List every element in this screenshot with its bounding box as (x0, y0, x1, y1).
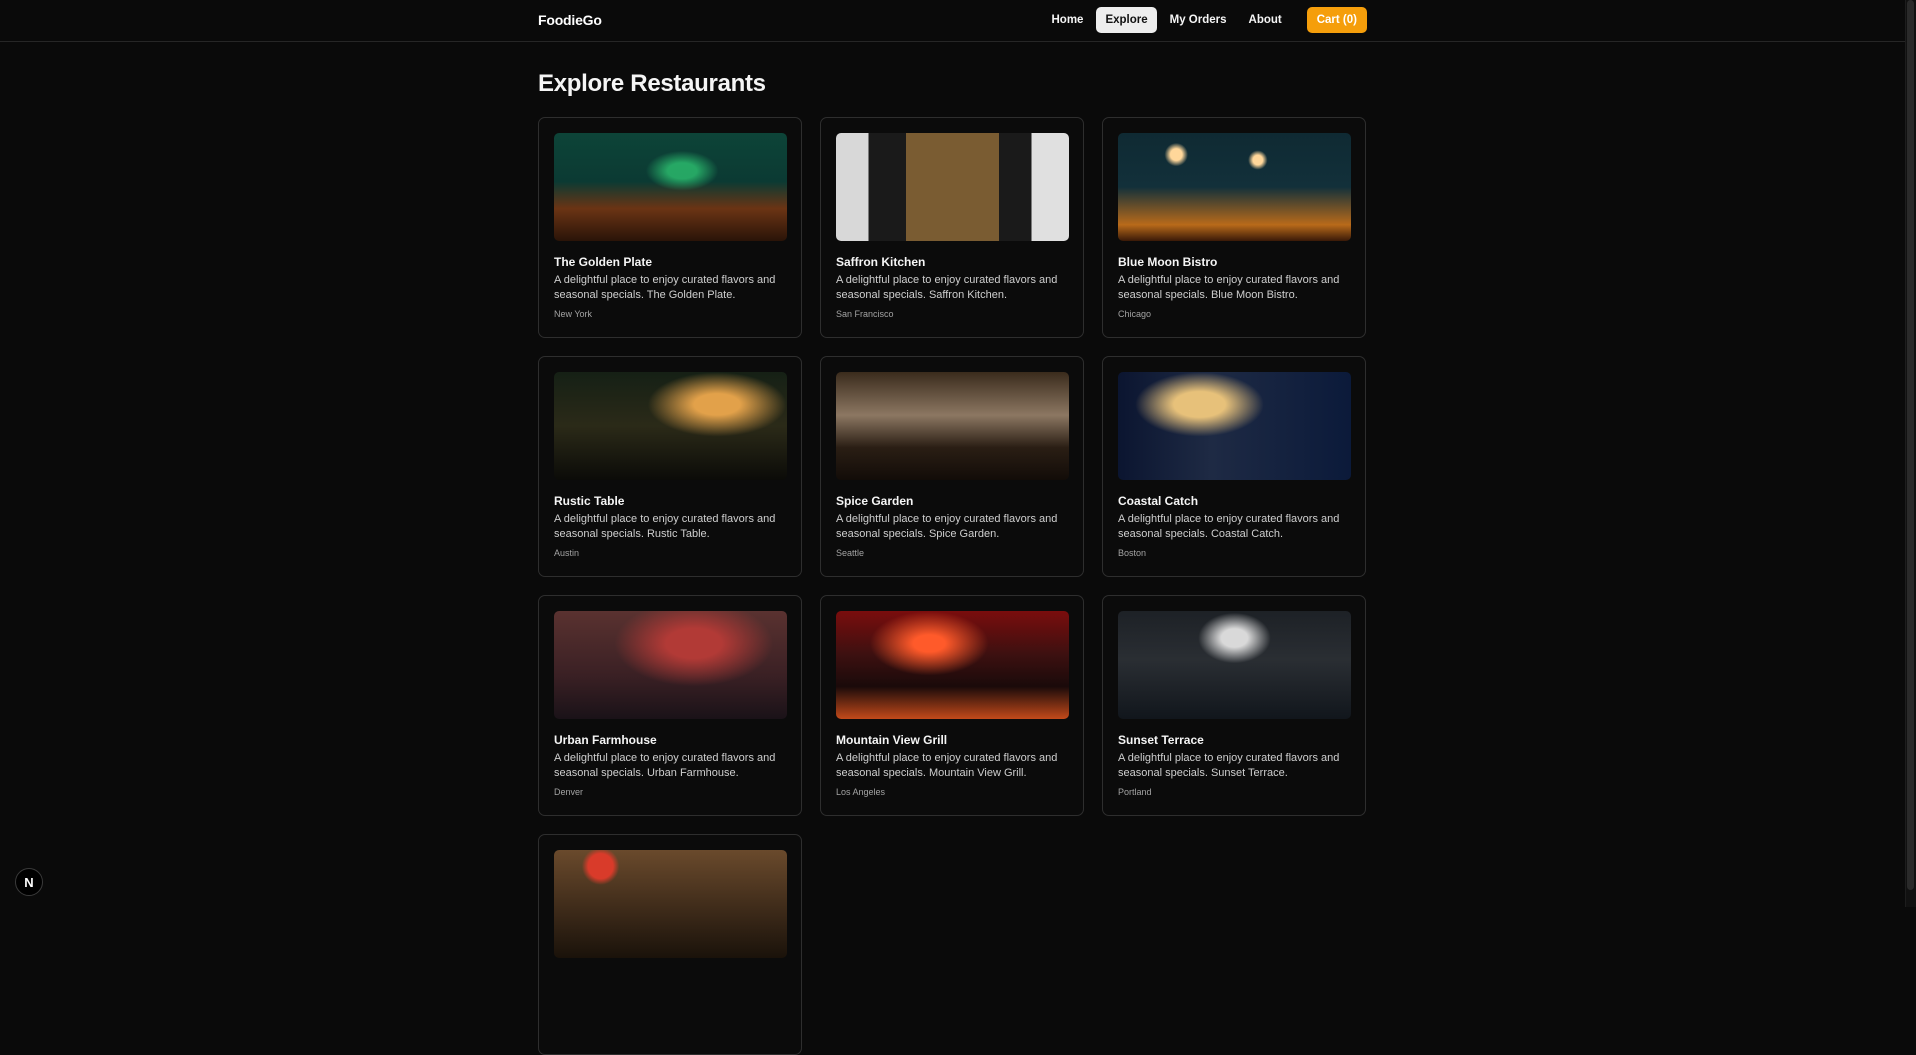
restaurant-card[interactable]: Mountain View Grill A delightful place t… (820, 595, 1084, 816)
cart-button[interactable]: Cart (0) (1306, 7, 1367, 33)
restaurant-card[interactable]: Sunset Terrace A delightful place to enj… (1102, 595, 1366, 816)
restaurant-image (554, 133, 787, 241)
restaurant-name: Blue Moon Bistro (1118, 255, 1218, 269)
nav-link-explore[interactable]: Explore (1096, 7, 1157, 33)
nav-link-home[interactable]: Home (1042, 7, 1092, 33)
restaurant-image (554, 850, 787, 958)
restaurant-image (1118, 611, 1351, 719)
restaurant-description: A delightful place to enjoy curated flav… (554, 513, 776, 540)
restaurant-city: Denver (554, 787, 584, 797)
restaurant-city: Los Angeles (836, 787, 886, 797)
page-scrollbar[interactable] (1905, 0, 1916, 907)
restaurant-description: A delightful place to enjoy curated flav… (1118, 752, 1340, 779)
restaurant-name: Sunset Terrace (1118, 733, 1204, 747)
restaurant-image (1118, 372, 1351, 480)
restaurant-description: A delightful place to enjoy curated flav… (836, 513, 1058, 540)
restaurant-city: Seattle (836, 548, 865, 558)
scrollbar-thumb[interactable] (1907, 0, 1914, 890)
restaurant-name: Saffron Kitchen (836, 255, 926, 269)
restaurant-image (836, 372, 1069, 480)
restaurant-description: A delightful place to enjoy curated flav… (1118, 513, 1340, 540)
restaurant-city: Austin (554, 548, 580, 558)
nav-link-my-orders[interactable]: My Orders (1161, 7, 1236, 33)
restaurant-card[interactable]: Saffron Kitchen A delightful place to en… (820, 117, 1084, 338)
restaurant-grid: The Golden Plate A delightful place to e… (538, 117, 1368, 1055)
restaurant-card[interactable]: Blue Moon Bistro A delightful place to e… (1102, 117, 1366, 338)
restaurant-card[interactable] (538, 834, 802, 1055)
restaurant-name: Coastal Catch (1118, 494, 1199, 508)
restaurant-image (836, 133, 1069, 241)
restaurant-card[interactable]: Rustic Table A delightful place to enjoy… (538, 356, 802, 577)
nextjs-icon[interactable]: N (15, 868, 43, 896)
restaurant-city: San Francisco (836, 309, 894, 319)
restaurant-image (554, 372, 787, 480)
nav-link-about[interactable]: About (1240, 7, 1291, 33)
restaurant-name: Spice Garden (836, 494, 914, 508)
restaurant-description: A delightful place to enjoy curated flav… (554, 752, 776, 779)
restaurant-card[interactable]: Urban Farmhouse A delightful place to en… (538, 595, 802, 816)
restaurant-city: Chicago (1118, 309, 1152, 319)
page-title: Explore Restaurants (538, 70, 766, 97)
restaurant-name: Rustic Table (554, 494, 625, 508)
restaurant-description: A delightful place to enjoy curated flav… (1118, 274, 1340, 301)
restaurant-card[interactable]: The Golden Plate A delightful place to e… (538, 117, 802, 338)
restaurant-description: A delightful place to enjoy curated flav… (836, 752, 1058, 779)
restaurant-name: The Golden Plate (554, 255, 653, 269)
nav-links: Home Explore My Orders About Cart (0) (1042, 7, 1367, 33)
top-navbar: FoodieGo Home Explore My Orders About Ca… (0, 0, 1905, 42)
restaurant-description: A delightful place to enjoy curated flav… (836, 274, 1058, 301)
restaurant-name: Mountain View Grill (836, 733, 948, 747)
restaurant-name: Urban Farmhouse (554, 733, 657, 747)
brand-logo[interactable]: FoodieGo (538, 12, 602, 28)
restaurant-card[interactable]: Spice Garden A delightful place to enjoy… (820, 356, 1084, 577)
restaurant-card[interactable]: Coastal Catch A delightful place to enjo… (1102, 356, 1366, 577)
restaurant-city: Boston (1118, 548, 1147, 558)
restaurant-image (554, 611, 787, 719)
restaurant-city: Portland (1118, 787, 1152, 797)
restaurant-image (836, 611, 1069, 719)
restaurant-city: New York (554, 309, 593, 319)
restaurant-description: A delightful place to enjoy curated flav… (554, 274, 776, 301)
restaurant-image (1118, 133, 1351, 241)
